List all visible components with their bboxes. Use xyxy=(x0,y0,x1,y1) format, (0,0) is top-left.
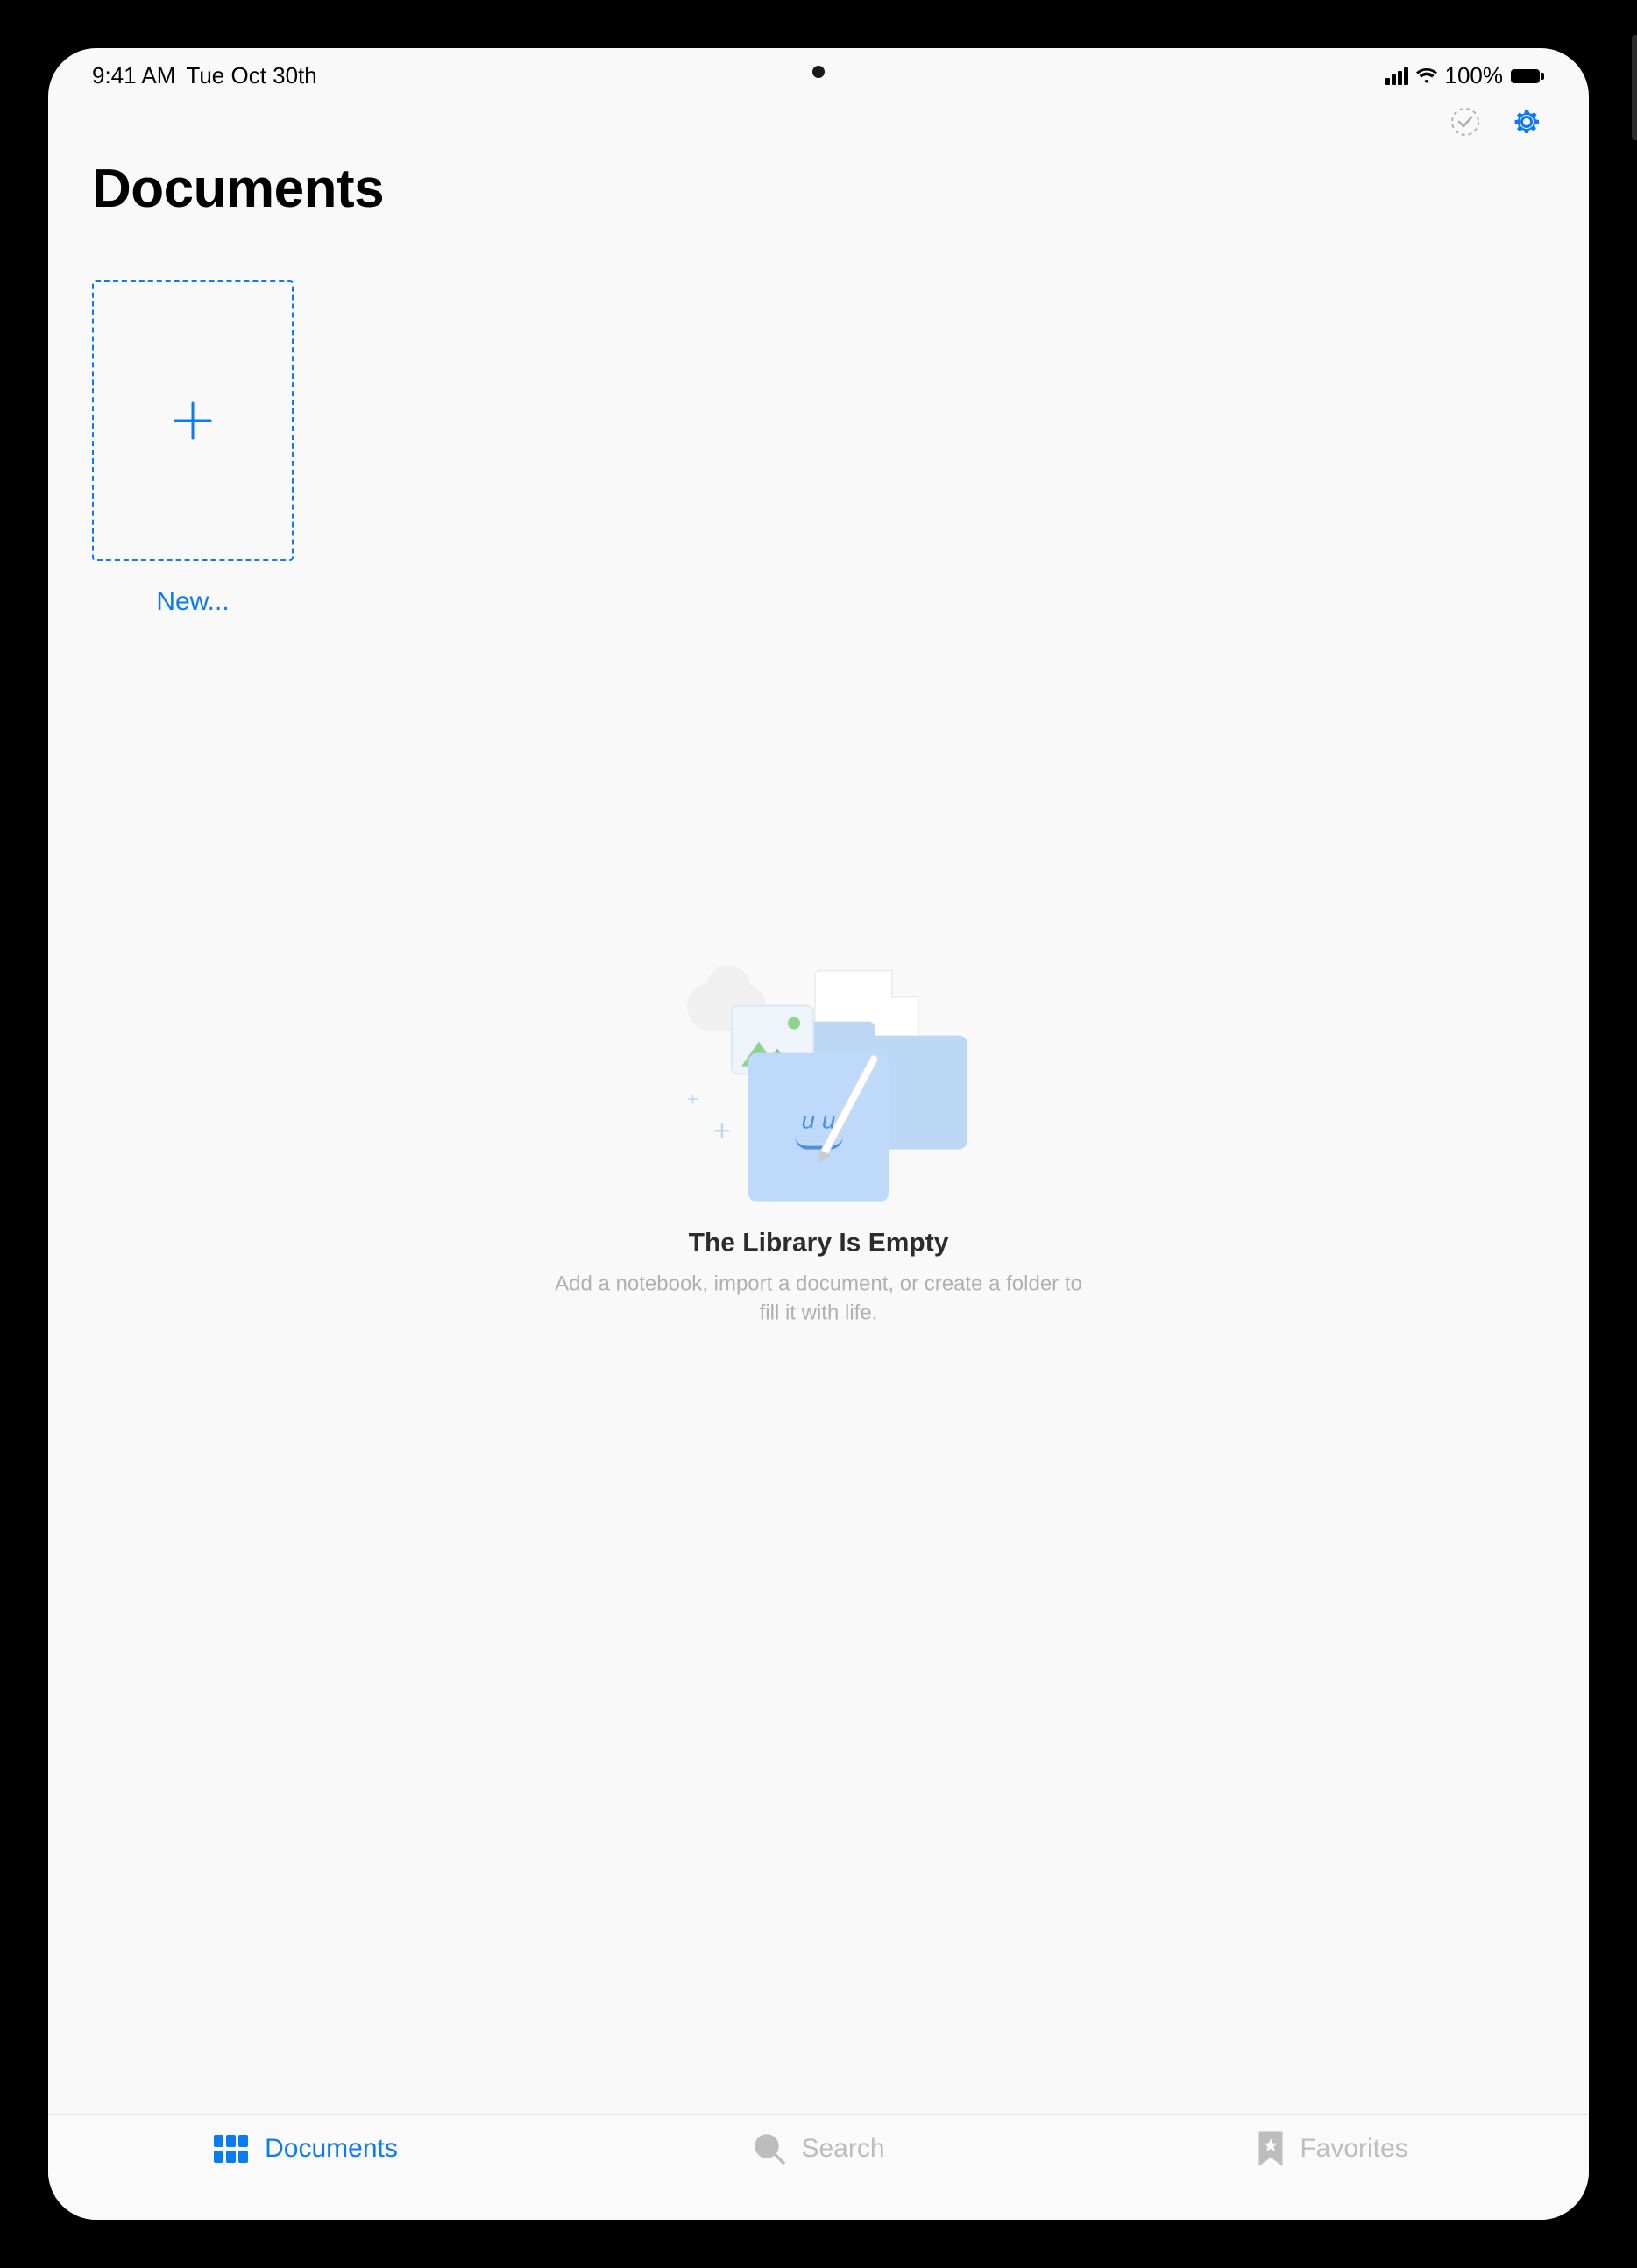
tab-bar: Documents Search Favorites xyxy=(48,2114,1589,2220)
camera-notch xyxy=(812,66,825,78)
tab-search-label: Search xyxy=(801,2134,884,2164)
page-title: Documents xyxy=(92,158,1545,220)
tab-favorites-label: Favorites xyxy=(1300,2134,1407,2164)
empty-state-title: The Library Is Empty xyxy=(547,1229,1090,1258)
settings-button[interactable] xyxy=(1508,103,1545,140)
grid-icon xyxy=(212,2133,251,2165)
tab-search[interactable]: Search xyxy=(562,2130,1075,2167)
plus-icon xyxy=(167,394,219,447)
select-mode-button[interactable] xyxy=(1447,103,1484,140)
battery-percent: 100% xyxy=(1445,62,1504,89)
content-area: New... u u + + The Library Is Empty Add … xyxy=(48,245,1589,2114)
ipad-frame: 9:41 AM Tue Oct 30th 100% xyxy=(0,0,1637,2268)
status-time: 9:41 AM xyxy=(92,62,175,89)
battery-icon xyxy=(1510,67,1545,85)
empty-state: u u + + The Library Is Empty Add a noteb… xyxy=(547,957,1090,1328)
cellular-signal-icon xyxy=(1385,67,1408,85)
toolbar xyxy=(48,95,1589,140)
tab-documents[interactable]: Documents xyxy=(48,2130,562,2167)
empty-state-subtitle: Add a notebook, import a document, or cr… xyxy=(547,1271,1090,1328)
tab-documents-label: Documents xyxy=(265,2134,398,2164)
empty-state-illustration: u u + + xyxy=(670,957,967,1202)
status-date: Tue Oct 30th xyxy=(186,62,316,89)
bookmark-star-icon xyxy=(1256,2130,1286,2167)
new-document-label: New... xyxy=(92,587,294,617)
wifi-icon xyxy=(1415,67,1438,85)
tab-favorites[interactable]: Favorites xyxy=(1075,2130,1589,2167)
device-side-button xyxy=(1632,35,1637,140)
page-header: Documents xyxy=(48,140,1589,245)
new-document-tile[interactable] xyxy=(92,280,294,561)
search-icon xyxy=(752,2131,787,2166)
gear-icon xyxy=(1510,105,1543,138)
screen: 9:41 AM Tue Oct 30th 100% xyxy=(48,48,1589,2220)
